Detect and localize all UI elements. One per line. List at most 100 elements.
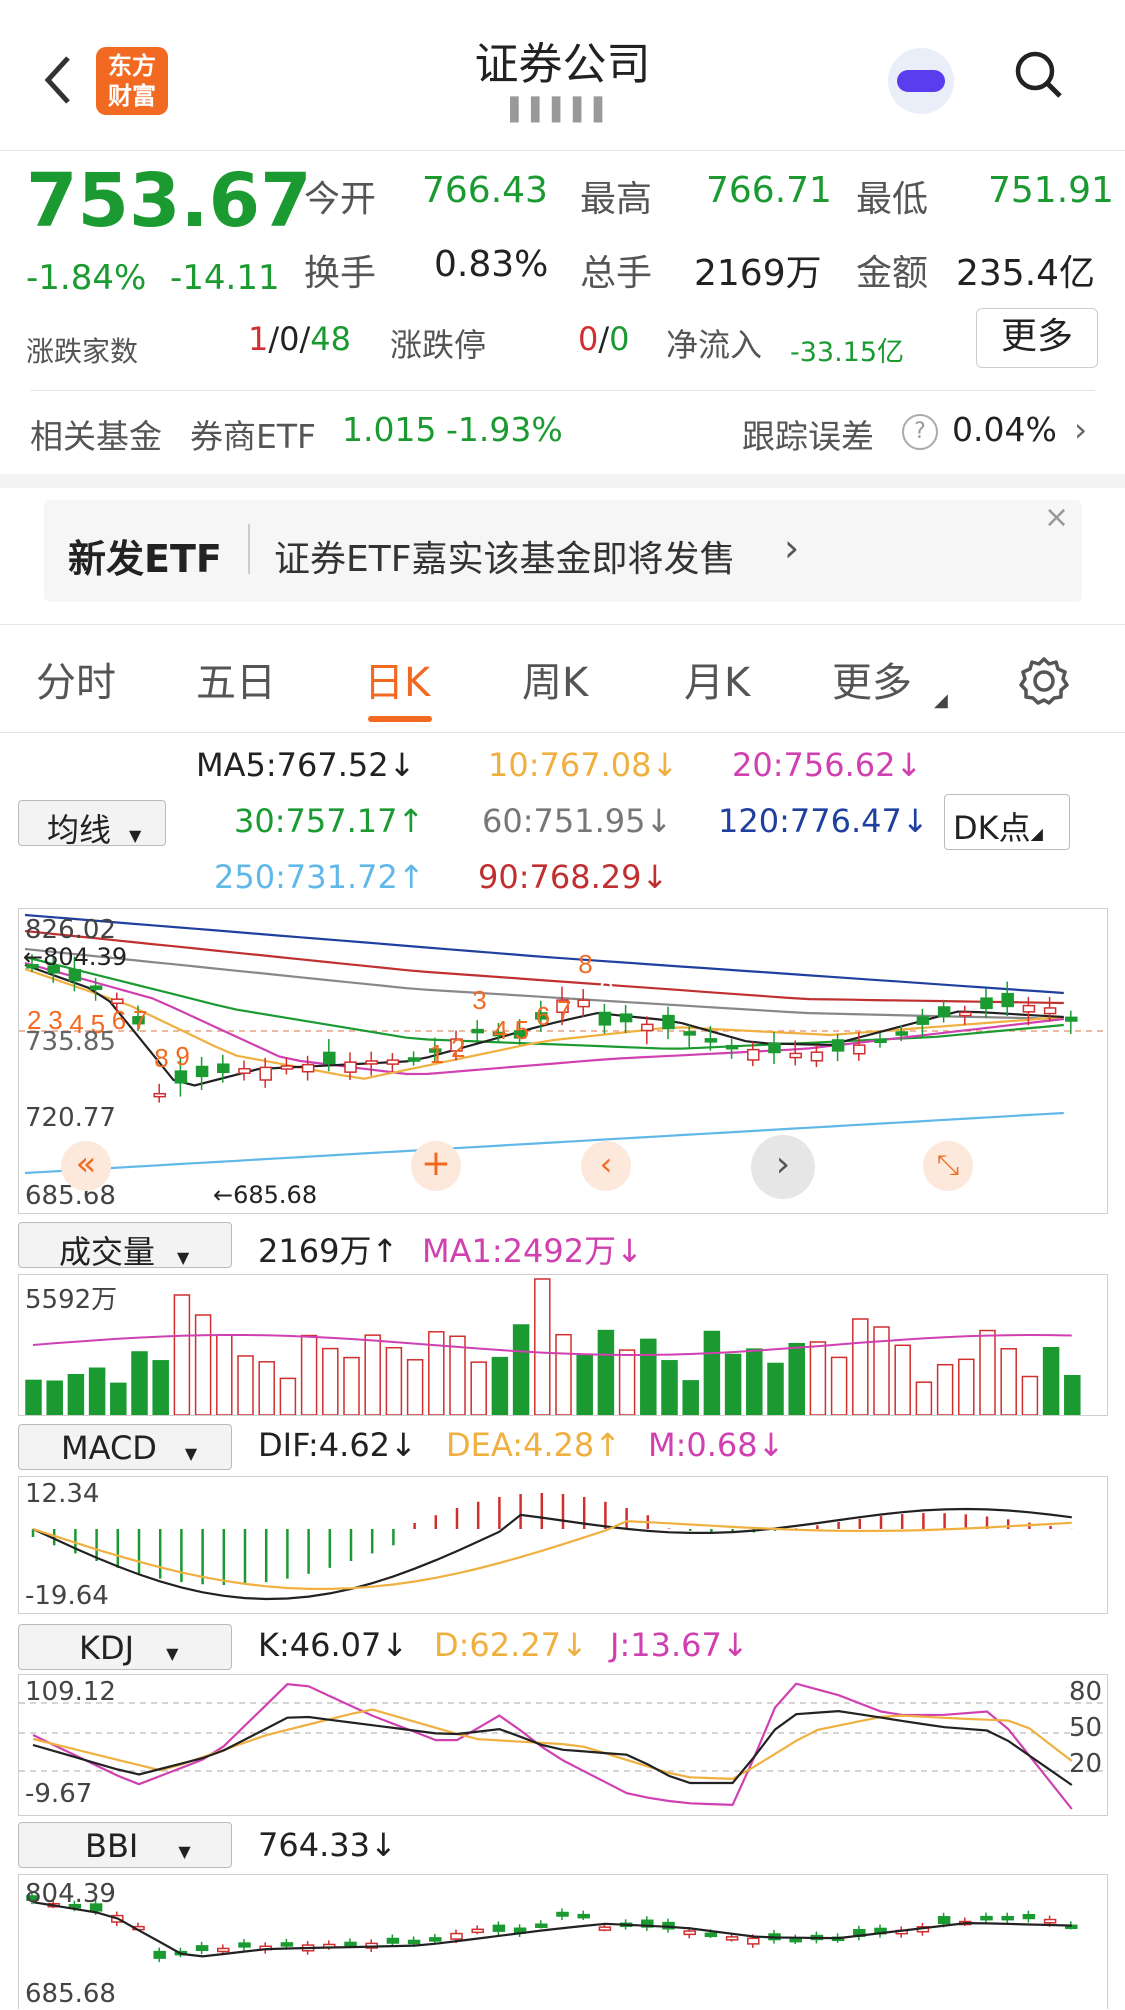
active-tab-indicator [368, 716, 432, 722]
tracking-value: 0.04% [952, 410, 1057, 449]
high-label: 最高 [580, 179, 653, 220]
kdj-k: K:46.07↓ [258, 1626, 408, 1664]
tab-monthly-k[interactable]: 月K [684, 650, 750, 708]
bbi-value: 764.33↓ [258, 1826, 397, 1864]
tab-fenshi[interactable]: 分时 [36, 650, 116, 708]
candle-body [768, 1042, 781, 1054]
volume-value: 2169万 [694, 253, 822, 294]
kdj-ref-20: 20 [1069, 1749, 1103, 1779]
volume-bar [343, 1356, 360, 1415]
more-button[interactable]: 更多 [976, 308, 1098, 368]
ma120-value: 120:776.47↓ [718, 802, 929, 840]
ma120-arrow: ↓ [901, 802, 929, 840]
tab-more[interactable]: 更多 [832, 650, 912, 708]
volume-bar [470, 1361, 487, 1415]
bbi-selector[interactable]: BBI ▼ [18, 1822, 232, 1868]
volume-bar [1000, 1348, 1017, 1415]
tab-weekly-k[interactable]: 周K [522, 650, 588, 708]
flat-count: 0 [279, 320, 300, 358]
fund-name[interactable]: 券商ETF [190, 410, 316, 458]
search-button[interactable] [1014, 50, 1064, 100]
td-seq-label: 9 [599, 975, 613, 1005]
fullscreen-button[interactable]: ⤡ [923, 1141, 973, 1191]
volume-bar [661, 1360, 678, 1415]
banner-chevron-icon: › [784, 526, 800, 570]
new-etf-banner[interactable]: 新发ETF 证券ETF嘉实该基金即将发售 › × [44, 500, 1082, 602]
bbi-candle-body [344, 1941, 357, 1947]
candle-body [111, 998, 124, 1005]
zoom-in-button[interactable]: + [411, 1141, 461, 1191]
bbi-candle-body [937, 1916, 951, 1925]
volume-bar [576, 1354, 593, 1415]
volume-bar [640, 1338, 657, 1415]
candle-body [831, 1039, 845, 1052]
arrow-left-icon: ← [23, 943, 44, 971]
next-button[interactable]: › [751, 1135, 815, 1199]
sep: / [268, 320, 280, 358]
kline-chart[interactable]: 23456789123456789 826.02 720.77 685.68 7… [18, 908, 1108, 1214]
candle-body [471, 1028, 484, 1034]
ma60-text: 60:751.95 [482, 802, 646, 840]
macd-canvas [31, 1493, 1074, 1601]
volume-bar [703, 1330, 721, 1415]
close-icon[interactable]: × [1044, 500, 1069, 535]
change-value: -14.11 [170, 258, 280, 298]
page-title: 证券公司 [474, 39, 651, 90]
macd-m-text: M:0.68 [648, 1426, 758, 1464]
banner-text: 证券ETF嘉实该基金即将发售 [274, 539, 736, 580]
candle-body [89, 985, 103, 990]
prev-button[interactable]: ‹ [581, 1141, 631, 1191]
volume-label: 总手 [580, 253, 653, 294]
macd-selector[interactable]: MACD ▼ [18, 1424, 232, 1470]
fund-price: 1.015 [342, 410, 437, 449]
volume-bar [67, 1374, 85, 1415]
candle-body [386, 1059, 400, 1065]
macd-dea-arrow: ↑ [594, 1426, 622, 1464]
max-price-label: 804.39 [43, 943, 128, 971]
bbi-candle-body [450, 1932, 463, 1940]
divider [0, 732, 1125, 733]
dk-point-selector[interactable]: DK点◢ [944, 794, 1070, 850]
last-price: 753.67 [26, 158, 312, 244]
gear-icon [1019, 657, 1069, 705]
volume-bar [364, 1334, 381, 1415]
y-axis-top: 826.02 [25, 915, 116, 945]
volume-chart: 5592万 [18, 1274, 1108, 1416]
volume-bar [555, 1333, 572, 1415]
min-price-label: 685.68 [233, 1181, 318, 1209]
ma30-arrow: ↑ [397, 802, 425, 840]
candle-body [238, 1067, 251, 1074]
tab-daily-k[interactable]: 日K [364, 650, 430, 708]
scroll-left-fast-button[interactable]: « [61, 1141, 111, 1191]
volume-bar [936, 1363, 954, 1415]
volume-ma1-text: MA1:2492万 [422, 1232, 617, 1270]
macd-dif-line [32, 1507, 1072, 1601]
volume-bar [915, 1381, 933, 1415]
td-seq-label: 7 [133, 1005, 147, 1035]
volume-bar [385, 1346, 403, 1415]
tab-five-day[interactable]: 五日 [196, 650, 276, 708]
help-icon[interactable]: ? [902, 414, 938, 450]
volume-bar [1064, 1374, 1081, 1415]
kdj-selector[interactable]: KDJ ▼ [18, 1624, 232, 1670]
sep: / [299, 320, 311, 358]
robot-icon[interactable] [888, 48, 954, 114]
candle-body [683, 1031, 696, 1036]
section-gap [0, 474, 1125, 488]
candle-body [301, 1063, 315, 1073]
volume-bar [958, 1358, 975, 1415]
macd-dea: DEA:4.28↑ [446, 1426, 621, 1464]
macd-dea-text: DEA:4.28 [446, 1426, 595, 1464]
chevron-right-icon[interactable]: › [1074, 410, 1087, 449]
ma60-arrow: ↓ [645, 802, 673, 840]
td-seq-label: 7 [557, 995, 571, 1025]
settings-button[interactable] [1018, 655, 1070, 711]
candle-body [853, 1044, 866, 1055]
limit-up-count: 0 [578, 320, 599, 358]
dropdown-icon: ▼ [166, 1644, 179, 1663]
ma-selector[interactable]: 均线 ▼ [18, 800, 166, 849]
bbi-candle-body [407, 1939, 421, 1945]
volume-selector[interactable]: 成交量 ▼ [18, 1222, 232, 1271]
banner-tag: 新发ETF [68, 537, 222, 581]
top-bar: 东方 财富 证券公司 ▌▌▌▌▌ [0, 0, 1125, 151]
